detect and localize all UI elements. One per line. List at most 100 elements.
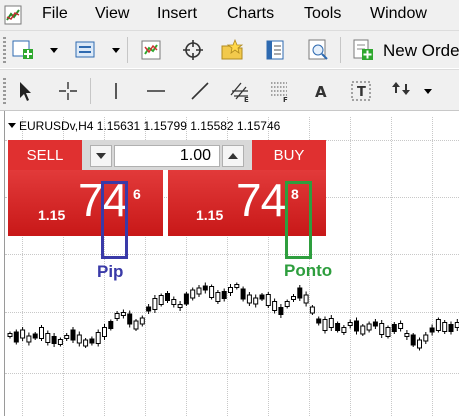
candle-body [272,301,278,311]
candle-body [278,307,284,315]
candle-body [442,322,448,332]
candle-body [316,318,322,324]
svg-text:E: E [244,96,249,103]
lot-decrease-button[interactable] [90,145,112,167]
candle-body [284,301,290,307]
candle-body [228,287,233,293]
candle-body [297,287,303,299]
candle-body [448,324,454,332]
candle-body [152,298,158,310]
candle-body [64,335,70,339]
candle-body [209,286,215,298]
arrows-icon[interactable] [389,78,415,104]
crosshair-tool-icon[interactable] [55,78,81,104]
candle-body [379,323,385,335]
candle-body [404,333,410,337]
lot-size-input[interactable] [114,145,220,167]
new-order-button[interactable]: New Orde [383,41,459,61]
text-icon[interactable]: A [308,78,334,104]
candle-body [108,321,114,329]
vertical-line-icon[interactable] [103,78,129,104]
candle-body [240,288,246,300]
auto-arrange-icon[interactable] [138,37,164,63]
candle-body [76,334,82,344]
new-order-icon[interactable] [350,37,376,63]
lot-increase-button[interactable] [222,145,244,167]
trendline-icon[interactable] [187,78,213,104]
new-chart-dropdown-icon[interactable] [49,37,59,63]
menu-view[interactable]: View [95,5,129,23]
favorites-icon[interactable] [219,37,245,63]
pip-highlight-box [101,181,128,259]
crosshair-icon[interactable] [180,37,206,63]
cursor-icon[interactable] [12,78,38,104]
profiles-dropdown-icon[interactable] [111,37,121,63]
candle-body [7,333,13,337]
app-icon [4,5,22,25]
ponto-label: Ponto [284,261,333,280]
equidistant-channel-icon[interactable]: E [227,78,253,104]
buy-price-pips: 74 [236,174,286,226]
sell-price-prefix: 1.15 [38,207,66,223]
menu-tools[interactable]: Tools [304,5,341,23]
menu-bar: File View Insert Charts Tools Window [0,0,459,30]
candle-body [360,325,366,335]
menu-file[interactable]: File [42,5,68,23]
candle-body [259,294,265,300]
profiles-icon[interactable] [72,37,98,63]
navigator-icon[interactable] [262,37,288,63]
candle-body [221,291,227,299]
candle-body [410,334,416,346]
candle-body [13,331,19,343]
candle-body [234,284,240,288]
candle-body [32,333,38,339]
candle-body [196,287,202,295]
candle-body [417,339,422,349]
sell-button[interactable]: SELL [8,140,82,170]
candle-body [190,289,196,299]
buy-button[interactable]: BUY [252,140,326,170]
svg-text:T: T [357,85,366,100]
candle-body [354,320,359,332]
candle-body [309,306,315,314]
candle-body [70,329,76,341]
candle-body [335,323,341,331]
horizontal-line-icon[interactable] [143,78,169,104]
candle-body [120,312,126,316]
new-chart-icon[interactable] [10,37,36,63]
menu-insert[interactable]: Insert [157,5,197,23]
candle-body [45,333,51,343]
strategy-tester-icon[interactable] [305,37,331,63]
menu-window[interactable]: Window [370,5,427,23]
chevron-up-icon [228,153,238,159]
candle-body [202,285,208,291]
candle-body [423,334,429,342]
fibonacci-icon[interactable]: F [267,78,293,104]
candle-body [146,306,152,312]
candle-body [454,322,459,328]
pip-label: Pip [97,262,124,281]
candle-body [435,319,441,331]
sell-price-button[interactable]: 1.15 74 6 [8,170,163,236]
candle-body [347,322,353,326]
toolbar-grip[interactable] [3,78,6,104]
candle-body [215,292,221,302]
candle-body [171,299,177,305]
text-label-icon[interactable]: T [348,78,374,104]
candle-body [114,313,120,319]
candle-body [246,294,252,304]
candle-body [133,320,139,330]
candle-body [391,324,397,332]
svg-text:A: A [315,83,327,101]
candle-body [366,323,372,331]
menu-charts[interactable]: Charts [227,5,274,23]
candle-body [57,339,63,345]
candle-body [39,327,44,339]
toolbar-grip[interactable] [3,37,6,63]
candle-body [328,318,334,328]
candle-body [303,294,309,304]
candle-body [265,294,271,306]
candle-body [165,293,170,301]
candle-body [89,338,95,344]
arrows-dropdown-icon[interactable] [423,78,433,104]
